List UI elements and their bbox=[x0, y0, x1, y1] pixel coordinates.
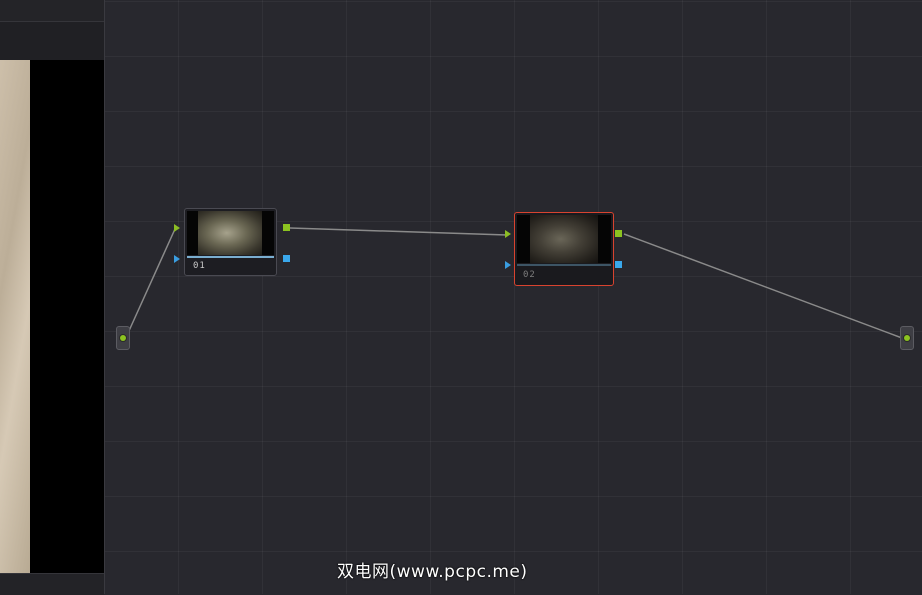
node-02[interactable]: 02 bbox=[514, 212, 614, 286]
node-01-status-bar bbox=[187, 256, 274, 258]
node-01[interactable]: 01 bbox=[184, 208, 277, 276]
source-input-node[interactable] bbox=[116, 326, 130, 350]
node-02-rgb-input-port[interactable] bbox=[505, 230, 511, 238]
node-editor-canvas[interactable] bbox=[105, 0, 922, 594]
node-01-key-output-port[interactable] bbox=[283, 255, 290, 262]
output-input-port[interactable] bbox=[904, 335, 910, 341]
viewer-header bbox=[0, 0, 104, 21]
viewer-panel bbox=[0, 0, 105, 595]
node-02-key-output-port[interactable] bbox=[615, 261, 622, 268]
node-02-status-bar bbox=[517, 264, 611, 266]
source-output-port[interactable] bbox=[120, 335, 126, 341]
node-01-key-input-port[interactable] bbox=[174, 255, 180, 263]
node-01-thumbnail-image bbox=[198, 211, 262, 255]
node-02-thumbnail bbox=[517, 215, 611, 263]
node-01-label: 01 bbox=[193, 261, 206, 271]
node-02-key-input-port[interactable] bbox=[505, 261, 511, 269]
node-01-thumbnail bbox=[187, 211, 274, 255]
viewer-image bbox=[0, 60, 30, 573]
node-02-thumbnail-image bbox=[530, 215, 598, 263]
node-02-label: 02 bbox=[523, 270, 536, 280]
viewer-footer bbox=[0, 573, 104, 595]
watermark: 双电网(www.pcpc.me) bbox=[337, 562, 528, 582]
viewer-toolbar bbox=[0, 21, 104, 60]
output-node[interactable] bbox=[900, 326, 914, 350]
node-02-rgb-output-port[interactable] bbox=[615, 230, 622, 237]
node-01-rgb-output-port[interactable] bbox=[283, 224, 290, 231]
node-01-rgb-input-port[interactable] bbox=[174, 224, 180, 232]
